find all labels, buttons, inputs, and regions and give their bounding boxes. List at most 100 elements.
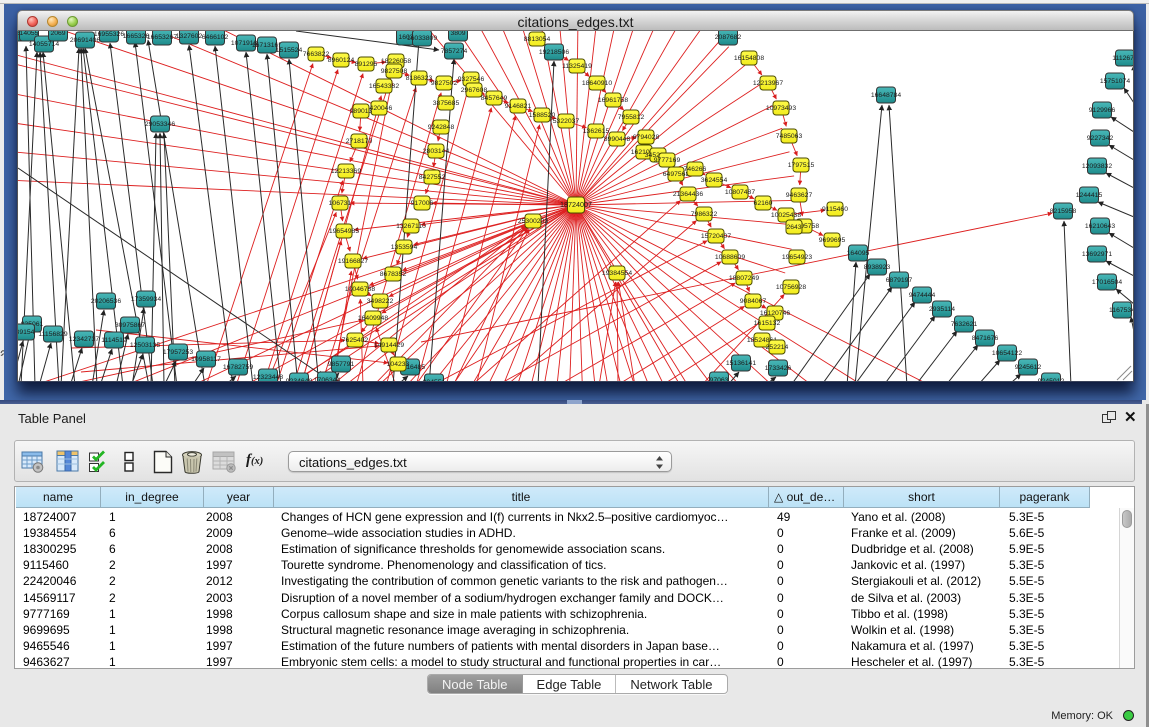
svg-text:917006: 917006 xyxy=(411,200,434,207)
svg-text:9146821: 9146821 xyxy=(505,103,532,110)
svg-text:2967608: 2967608 xyxy=(461,87,488,94)
svg-text:9234648: 9234648 xyxy=(286,378,313,381)
svg-text:1706344: 1706344 xyxy=(314,377,341,381)
svg-text:12503135: 12503135 xyxy=(130,342,160,349)
svg-text:1244415: 1244415 xyxy=(1076,192,1103,199)
svg-text:10958117: 10958117 xyxy=(191,356,221,363)
svg-text:7857274: 7857274 xyxy=(441,48,468,55)
svg-text:10046788: 10046788 xyxy=(345,286,375,293)
svg-text:12093832: 12093832 xyxy=(1082,163,1112,170)
svg-text:9084067: 9084067 xyxy=(740,298,767,305)
svg-text:1588520: 1588520 xyxy=(529,112,556,119)
svg-text:8427552: 8427552 xyxy=(419,174,446,181)
svg-text:2087682: 2087682 xyxy=(715,34,742,41)
svg-text:8960124: 8960124 xyxy=(328,57,355,64)
svg-text:106731: 106731 xyxy=(329,200,352,207)
svg-text:16653267: 16653267 xyxy=(147,34,177,41)
svg-text:19654923: 19654923 xyxy=(782,254,812,261)
svg-text:12213369: 12213369 xyxy=(331,168,361,175)
svg-text:8471676: 8471676 xyxy=(972,335,999,342)
svg-text:9327546: 9327546 xyxy=(458,76,485,83)
svg-text:9227342: 9227342 xyxy=(1087,135,1114,142)
svg-text:15751074: 15751074 xyxy=(1100,78,1130,85)
svg-text:20691406: 20691406 xyxy=(70,37,100,44)
svg-text:1112674: 1112674 xyxy=(1112,55,1134,62)
svg-text:6466102: 6466102 xyxy=(202,34,229,41)
svg-text:7632621: 7632621 xyxy=(951,321,978,328)
svg-text:2718170: 2718170 xyxy=(346,138,373,145)
svg-text:1665326: 1665326 xyxy=(123,33,150,40)
svg-text:16955326: 16955326 xyxy=(94,31,124,38)
svg-text:9827502: 9827502 xyxy=(431,80,458,87)
svg-text:19654985: 19654985 xyxy=(329,228,359,235)
svg-text:21364436: 21364436 xyxy=(673,191,703,198)
svg-text:9245012: 9245012 xyxy=(1038,378,1065,381)
svg-text:17957253: 17957253 xyxy=(163,349,193,356)
svg-text:2935114: 2935114 xyxy=(929,306,955,313)
svg-text:8990448: 8990448 xyxy=(604,136,631,143)
svg-text:164095: 164095 xyxy=(847,250,870,257)
svg-text:3875685: 3875685 xyxy=(433,100,460,107)
svg-text:15720407: 15720407 xyxy=(701,233,731,240)
svg-text:3624554: 3624554 xyxy=(701,177,728,184)
svg-text:989013: 989013 xyxy=(350,108,373,115)
svg-text:7955812: 7955812 xyxy=(618,114,645,121)
svg-text:9857791: 9857791 xyxy=(328,361,355,368)
svg-text:9245612: 9245612 xyxy=(1015,364,1042,371)
svg-text:13692971: 13692971 xyxy=(1082,251,1112,258)
svg-text:10973493: 10973493 xyxy=(766,105,796,112)
svg-text:16154808: 16154808 xyxy=(734,55,764,62)
svg-text:10756928: 10756928 xyxy=(776,284,806,291)
svg-text:12323448: 12323448 xyxy=(253,374,283,381)
svg-text:1515524: 1515524 xyxy=(276,47,303,54)
svg-text:18807249: 18807249 xyxy=(729,275,759,282)
svg-text:104233: 104233 xyxy=(387,361,410,368)
svg-text:17016504: 17016504 xyxy=(1092,279,1122,286)
svg-text:7485063: 7485063 xyxy=(776,133,803,140)
svg-text:25300203: 25300203 xyxy=(518,218,548,225)
svg-text:1167534: 1167534 xyxy=(1109,307,1134,314)
svg-text:39154: 39154 xyxy=(18,329,35,336)
svg-text:1615132: 1615132 xyxy=(754,320,781,327)
svg-text:3498222: 3498222 xyxy=(367,298,394,305)
svg-text:2643: 2643 xyxy=(786,224,801,231)
svg-text:9463627: 9463627 xyxy=(786,192,813,199)
svg-text:9129966: 9129966 xyxy=(1089,107,1116,114)
svg-text:14914429: 14914429 xyxy=(374,342,404,349)
svg-text:8457649: 8457649 xyxy=(481,95,508,102)
svg-text:8186323: 8186323 xyxy=(406,75,433,82)
svg-text:8215958: 8215958 xyxy=(1050,208,1077,215)
svg-text:16782759: 16782759 xyxy=(223,364,253,371)
svg-text:30975867: 30975867 xyxy=(115,322,145,329)
svg-text:7625402: 7625402 xyxy=(342,337,369,344)
svg-text:10688609: 10688609 xyxy=(715,254,745,261)
svg-text:1353594: 1353594 xyxy=(391,244,418,251)
svg-text:10025438: 10025438 xyxy=(771,212,801,219)
svg-text:16543382: 16543382 xyxy=(369,83,399,90)
svg-text:9474444: 9474444 xyxy=(909,292,936,299)
svg-text:7663822: 7663822 xyxy=(303,51,330,58)
svg-text:18640910: 18640910 xyxy=(582,80,612,87)
svg-text:2803144: 2803144 xyxy=(423,148,450,155)
svg-text:29053346: 29053346 xyxy=(145,121,175,128)
svg-text:13267110: 13267110 xyxy=(396,223,426,230)
svg-text:5322037: 5322037 xyxy=(553,118,580,125)
svg-text:97063: 97063 xyxy=(710,377,729,381)
svg-text:11325419: 11325419 xyxy=(562,63,592,70)
svg-text:19384554: 19384554 xyxy=(602,270,632,277)
svg-text:10807487: 10807487 xyxy=(725,189,755,196)
svg-text:16210643: 16210643 xyxy=(1085,223,1115,230)
svg-text:2069: 2069 xyxy=(50,31,65,37)
svg-text:9242848: 9242848 xyxy=(428,124,455,131)
svg-text:6879197: 6879197 xyxy=(886,277,913,284)
svg-text:1362615: 1362615 xyxy=(583,128,610,135)
svg-text:9827508: 9827508 xyxy=(381,68,408,75)
svg-text:1797515: 1797515 xyxy=(788,162,815,169)
svg-text:19166827: 19166827 xyxy=(338,258,368,265)
svg-text:252214: 252214 xyxy=(766,344,789,351)
svg-text:891295: 891295 xyxy=(355,61,378,68)
svg-text:20206536: 20206536 xyxy=(91,298,121,305)
svg-text:7986322: 7986322 xyxy=(691,211,718,218)
svg-text:17359934: 17359934 xyxy=(131,296,161,303)
svg-text:16961758: 16961758 xyxy=(598,97,628,104)
